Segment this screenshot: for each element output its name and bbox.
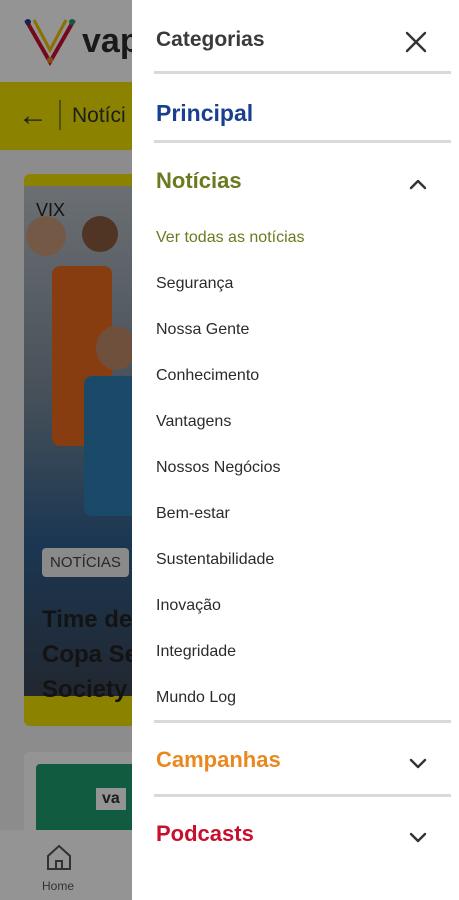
chevron-down-icon	[409, 832, 427, 843]
category-podcasts[interactable]: Podcasts	[132, 821, 459, 861]
category-drawer: Categorias Principal Notícias Ver todas …	[132, 0, 459, 900]
chevron-up-icon	[409, 179, 427, 190]
subcategory-ver-todas[interactable]: Ver todas as notícias	[156, 225, 305, 251]
close-icon	[405, 31, 427, 53]
subcategory-bem-estar[interactable]: Bem-estar	[156, 501, 230, 527]
subcategory-sustentabilidade[interactable]: Sustentabilidade	[156, 547, 274, 573]
drawer-divider	[154, 140, 451, 143]
category-noticias[interactable]: Notícias	[132, 168, 459, 208]
subcategory-vantagens[interactable]: Vantagens	[156, 409, 231, 435]
drawer-divider	[154, 720, 451, 723]
drawer-header: Categorias	[132, 0, 459, 74]
subcategory-conhecimento[interactable]: Conhecimento	[156, 363, 259, 389]
category-noticias-label: Notícias	[156, 168, 242, 193]
subcategory-integridade[interactable]: Integridade	[156, 639, 236, 665]
drawer-divider	[154, 794, 451, 797]
drawer-divider	[154, 71, 451, 74]
category-principal[interactable]: Principal	[156, 100, 253, 127]
subcategory-inovacao[interactable]: Inovação	[156, 593, 221, 619]
close-button[interactable]	[396, 22, 436, 62]
subcategory-mundo-log[interactable]: Mundo Log	[156, 685, 236, 711]
category-campanhas-label: Campanhas	[156, 747, 281, 772]
subcategory-nossos-negocios[interactable]: Nossos Negócios	[156, 455, 281, 481]
chevron-down-icon	[409, 758, 427, 769]
subcategory-seguranca[interactable]: Segurança	[156, 271, 233, 297]
subcategory-nossa-gente[interactable]: Nossa Gente	[156, 317, 249, 343]
drawer-title: Categorias	[156, 28, 265, 51]
category-podcasts-label: Podcasts	[156, 821, 254, 846]
category-campanhas[interactable]: Campanhas	[132, 747, 459, 787]
